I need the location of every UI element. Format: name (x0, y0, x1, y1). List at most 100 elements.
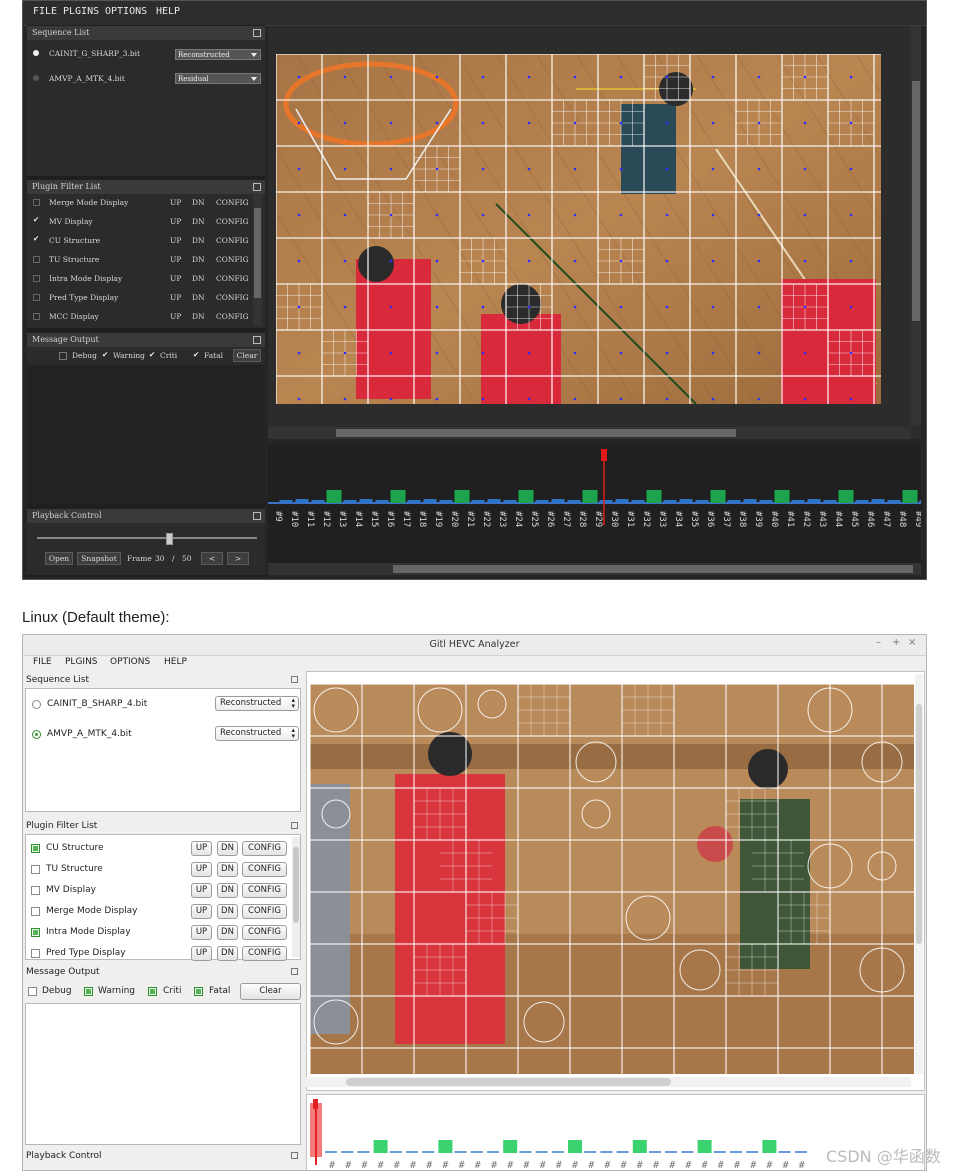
plugin-up-button[interactable]: UP (170, 293, 181, 302)
menu-options[interactable]: OPTIONS (105, 6, 147, 17)
frame-slider[interactable] (37, 533, 257, 545)
plugin-down-button[interactable]: DN (192, 198, 205, 207)
plugin-config-button[interactable]: CONFIG (242, 841, 287, 856)
open-button[interactable]: Open (45, 552, 73, 565)
vertical-scrollbar[interactable] (253, 194, 262, 326)
check-icon[interactable]: ✔ (33, 234, 39, 243)
plugin-checkbox[interactable] (31, 928, 40, 937)
vertical-scrollbar[interactable] (911, 26, 921, 426)
radio-icon[interactable] (32, 700, 41, 709)
plugin-checkbox[interactable] (31, 907, 40, 916)
display-mode-select[interactable]: Reconstructed ▴ ▾ (215, 726, 299, 741)
float-icon[interactable] (253, 183, 261, 191)
plugin-up-button[interactable]: UP (191, 904, 212, 919)
criti-checkbox[interactable] (148, 987, 157, 996)
plugin-label[interactable]: Intra Mode Display (49, 274, 122, 283)
check-icon[interactable]: ✔ (193, 350, 199, 359)
plugin-label[interactable]: CU Structure (46, 843, 104, 853)
check-icon[interactable]: ✔ (149, 350, 155, 359)
float-icon[interactable] (291, 968, 298, 975)
plugin-label[interactable]: Merge Mode Display (46, 906, 138, 916)
plugin-label[interactable]: TU Structure (49, 255, 99, 264)
plugin-down-button[interactable]: DN (217, 904, 238, 919)
debug-checkbox[interactable] (28, 987, 37, 996)
menu-file[interactable]: FILE (33, 6, 57, 17)
close-icon[interactable]: × (908, 637, 916, 648)
plugin-label[interactable]: Pred Type Display (46, 948, 126, 958)
plugin-down-button[interactable]: DN (192, 217, 205, 226)
menu-help[interactable]: HELP (156, 6, 180, 17)
slider-handle[interactable] (166, 533, 173, 545)
float-icon[interactable] (253, 336, 261, 344)
plugin-up-button[interactable]: UP (170, 274, 181, 283)
vertical-scrollbar[interactable] (292, 837, 300, 957)
plugin-checkbox[interactable] (33, 294, 40, 301)
radio-selected-icon[interactable] (32, 730, 41, 739)
scroll-thumb[interactable] (254, 208, 261, 298)
next-frame-button[interactable]: > (227, 552, 249, 565)
radio-selected-icon[interactable] (33, 50, 39, 56)
plugin-label[interactable]: MCC Display (49, 312, 99, 321)
scroll-thumb[interactable] (912, 81, 920, 321)
menu-file[interactable]: FILE (33, 657, 52, 667)
scroll-thumb[interactable] (346, 1078, 671, 1086)
scroll-thumb[interactable] (916, 704, 922, 944)
scroll-thumb[interactable] (393, 565, 913, 573)
menu-options[interactable]: OPTIONS (110, 657, 150, 667)
scroll-thumb[interactable] (336, 429, 736, 437)
plugin-checkbox[interactable] (31, 886, 40, 895)
clear-button[interactable]: Clear (233, 349, 261, 362)
plugin-down-button[interactable]: DN (217, 841, 238, 856)
plugin-config-button[interactable]: CONFIG (242, 862, 287, 877)
plugin-up-button[interactable]: UP (170, 217, 181, 226)
menu-plugins[interactable]: PLGINS (63, 6, 99, 17)
menu-help[interactable]: HELP (164, 657, 187, 667)
debug-checkbox[interactable] (59, 352, 67, 360)
plugin-config-button[interactable]: CONFIG (242, 925, 287, 940)
plugin-config-button[interactable]: CONFIG (216, 312, 249, 321)
plugin-config-button[interactable]: CONFIG (216, 274, 249, 283)
plugin-down-button[interactable]: DN (217, 862, 238, 877)
radio-icon[interactable] (33, 75, 39, 81)
plugin-label[interactable]: Merge Mode Display (49, 198, 128, 207)
timeline-scrollbar[interactable] (268, 563, 921, 575)
plugin-down-button[interactable]: DN (192, 293, 205, 302)
horizontal-scrollbar[interactable] (306, 1077, 911, 1087)
plugin-down-button[interactable]: DN (217, 946, 238, 961)
plugin-label[interactable]: CU Structure (49, 236, 100, 245)
plugin-up-button[interactable]: UP (170, 198, 181, 207)
plugin-config-button[interactable]: CONFIG (216, 198, 249, 207)
plugin-checkbox[interactable] (33, 256, 40, 263)
menu-plugins[interactable]: PLGINS (65, 657, 98, 667)
minimize-icon[interactable]: – (876, 637, 881, 648)
sequence-name[interactable]: AMVP_A_MTK_4.bit (49, 74, 125, 83)
float-icon[interactable] (253, 29, 261, 37)
plugin-up-button[interactable]: UP (191, 883, 212, 898)
plugin-label[interactable]: TU Structure (46, 864, 103, 874)
plugin-config-button[interactable]: CONFIG (216, 255, 249, 264)
fatal-checkbox[interactable] (194, 987, 203, 996)
check-icon[interactable]: ✔ (102, 350, 108, 359)
plugin-down-button[interactable]: DN (192, 236, 205, 245)
plugin-down-button[interactable]: DN (192, 312, 205, 321)
plugin-label[interactable]: Pred Type Display (49, 293, 118, 302)
sequence-name[interactable]: AMVP_A_MTK_4.bit (47, 729, 132, 739)
maximize-icon[interactable]: + (892, 637, 900, 648)
sequence-name[interactable]: CAINIT_B_SHARP_4.bit (47, 699, 147, 709)
clear-button[interactable]: Clear (240, 983, 301, 1000)
plugin-checkbox[interactable] (33, 199, 40, 206)
plugin-checkbox[interactable] (33, 275, 40, 282)
float-icon[interactable] (291, 822, 298, 829)
float-icon[interactable] (291, 676, 298, 683)
plugin-up-button[interactable]: UP (170, 255, 181, 264)
plugin-up-button[interactable]: UP (170, 312, 181, 321)
plugin-config-button[interactable]: CONFIG (242, 904, 287, 919)
sequence-name[interactable]: CAINIT_G_SHARP_3.bit (49, 49, 140, 58)
plugin-config-button[interactable]: CONFIG (242, 883, 287, 898)
plugin-up-button[interactable]: UP (191, 841, 212, 856)
plugin-checkbox[interactable] (31, 865, 40, 874)
snapshot-button[interactable]: Snapshot (77, 552, 121, 565)
plugin-config-button[interactable]: CONFIG (216, 293, 249, 302)
plugin-up-button[interactable]: UP (191, 925, 212, 940)
horizontal-scrollbar[interactable] (268, 427, 911, 439)
